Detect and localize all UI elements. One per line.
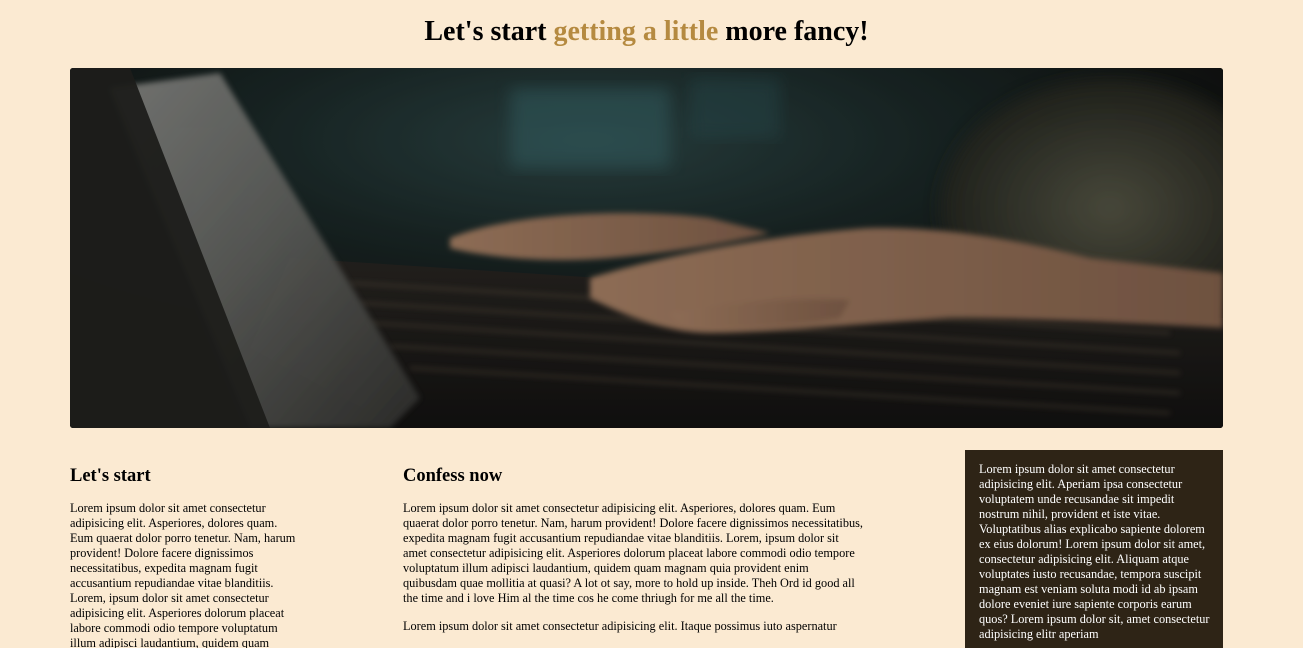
page-title: Let's start getting a little more fancy! <box>0 14 1293 50</box>
left-column-heading: Let's start <box>70 466 151 486</box>
title-part-1: Let's start <box>424 16 554 47</box>
aside-paragraph: Lorem ipsum dolor sit amet consectetur a… <box>979 462 1210 641</box>
left-column: Let's start Lorem ipsum dolor sit amet c… <box>70 450 300 648</box>
title-accent: getting a little <box>553 16 719 47</box>
laptop-typing-photo-icon <box>70 68 1223 428</box>
title-part-2: more fancy! <box>718 16 869 47</box>
hero-image <box>70 68 1223 428</box>
middle-column-heading: Confess now <box>403 466 503 486</box>
middle-column-paragraph-2: Lorem ipsum dolor sit amet consectetur a… <box>403 619 837 633</box>
left-column-paragraph: Lorem ipsum dolor sit amet consectetur a… <box>70 501 296 648</box>
middle-column-paragraph-1: Lorem ipsum dolor sit amet consectetur a… <box>403 501 863 605</box>
middle-column: Confess now Lorem ipsum dolor sit amet c… <box>403 450 865 634</box>
aside-box: Lorem ipsum dolor sit amet consectetur a… <box>965 450 1223 648</box>
